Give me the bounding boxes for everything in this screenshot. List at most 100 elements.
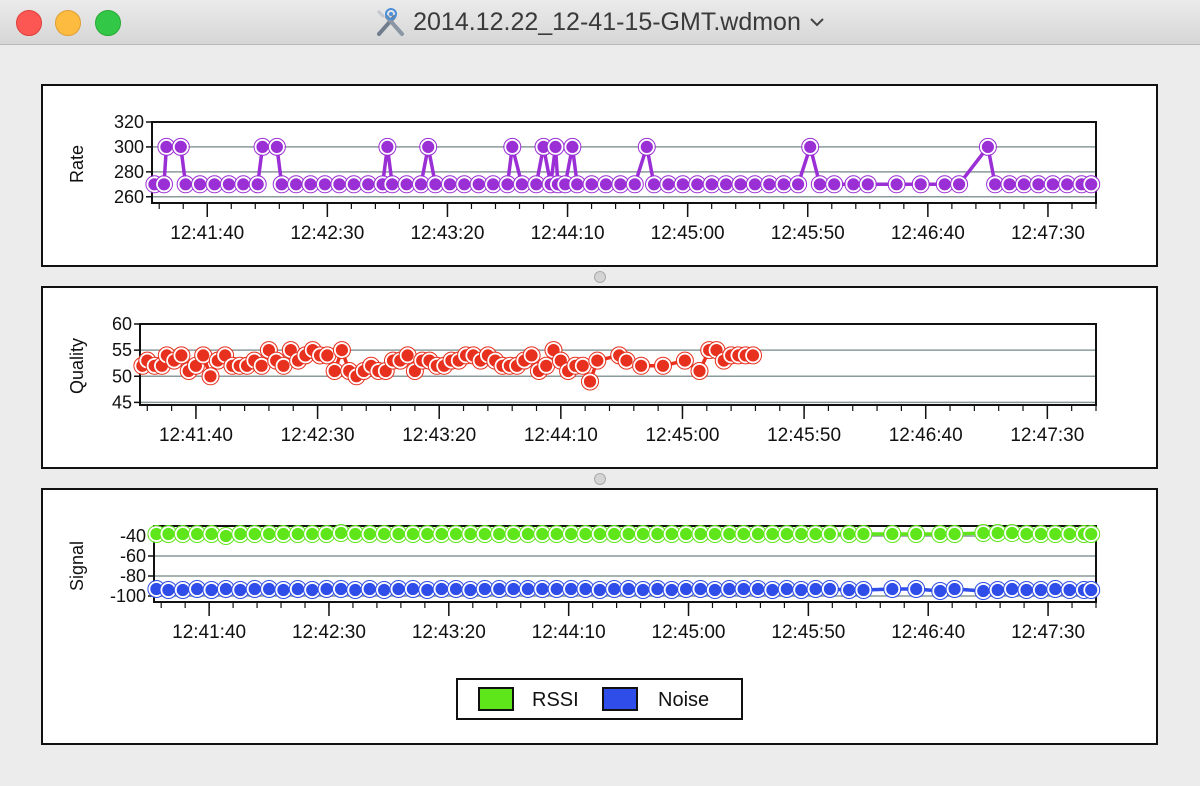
data-point: [1033, 526, 1049, 542]
x-tick-label: 12:46:40: [891, 223, 965, 244]
data-point: [735, 581, 752, 597]
x-tick-label: 12:42:30: [290, 223, 364, 244]
data-point: [448, 581, 464, 597]
data-point: [491, 581, 508, 597]
rate-chart-panel: 320 300 280 260 Rate 12:41:40 12:42:30 12:43:20…: [41, 84, 1158, 267]
data-point: [319, 347, 336, 364]
x-tick-label: 12:47:30: [1011, 223, 1085, 244]
data-point: [598, 176, 614, 193]
x-tick-label: 12:42:30: [292, 622, 366, 643]
data-point: [732, 176, 749, 193]
data-point: [547, 139, 564, 155]
data-point: [564, 139, 581, 155]
data-point: [398, 176, 415, 193]
data-point: [246, 581, 263, 597]
data-point: [790, 176, 806, 193]
quality-chart: 60 55 50 45 Quality 12:41:40 12:42:30 12:43:20 1…: [67, 314, 1097, 446]
data-point: [376, 526, 393, 542]
data-point: [591, 526, 608, 542]
data-point: [470, 176, 487, 193]
data-point: [577, 581, 594, 597]
data-point: [841, 526, 857, 542]
data-point: [548, 526, 565, 542]
data-point: [635, 526, 651, 542]
data-point: [505, 526, 522, 542]
data-point: [485, 176, 502, 193]
data-point: [333, 581, 349, 597]
data-point: [548, 581, 565, 597]
data-point: [433, 526, 450, 542]
data-point: [232, 526, 249, 542]
data-point: [649, 526, 666, 542]
data-point: [1061, 526, 1078, 542]
data-point: [908, 581, 925, 597]
data-point: [217, 581, 234, 597]
data-point: [635, 582, 651, 598]
data-point: [721, 526, 738, 542]
data-point: [975, 525, 992, 541]
y-tick-label: 60: [112, 314, 132, 334]
title-bar[interactable]: 2014.12.22_12-41-15-GMT.wdmon: [0, 0, 1200, 45]
data-point: [384, 176, 401, 193]
data-point: [589, 352, 606, 369]
data-point: [288, 176, 305, 193]
x-tick-label: 12:41:40: [170, 223, 244, 244]
data-point: [404, 526, 421, 542]
data-point: [499, 176, 516, 193]
data-point: [390, 581, 407, 597]
data-point: [275, 526, 292, 542]
data-point: [807, 581, 824, 597]
x-tick-label: 12:45:00: [651, 223, 725, 244]
data-point: [793, 526, 810, 542]
y-tick-label: 280: [114, 162, 144, 182]
data-point: [912, 176, 929, 193]
data-point: [975, 583, 992, 599]
data-point: [1061, 582, 1078, 598]
split-view-divider-handle[interactable]: [594, 271, 606, 283]
data-point: [304, 582, 321, 598]
y-tick-label: 320: [114, 112, 144, 132]
data-point: [361, 581, 378, 597]
data-point: [583, 176, 600, 193]
data-point: [633, 357, 649, 374]
legend-label-noise: Noise: [658, 689, 710, 711]
data-point: [764, 582, 781, 598]
data-point: [822, 581, 838, 597]
data-point: [826, 176, 843, 193]
data-point: [326, 363, 343, 379]
data-point: [707, 526, 723, 542]
data-point: [160, 526, 177, 542]
data-point: [462, 526, 479, 542]
data-point: [519, 581, 536, 597]
data-point: [534, 581, 551, 597]
data-point: [655, 357, 671, 374]
data-point: [989, 582, 1006, 598]
data-point: [577, 526, 594, 542]
data-point: [761, 176, 778, 193]
x-tick-label: 12:47:30: [1010, 425, 1084, 446]
data-point: [1083, 526, 1100, 542]
data-point: [1004, 581, 1020, 597]
data-point: [504, 139, 521, 155]
x-tick-label: 12:46:40: [889, 425, 963, 446]
data-point: [692, 581, 709, 597]
data-point: [174, 526, 191, 542]
data-point: [1030, 176, 1047, 193]
data-point: [419, 582, 436, 598]
data-point: [1018, 582, 1035, 598]
data-point: [932, 526, 949, 542]
data-point: [505, 581, 522, 597]
chevron-down-icon[interactable]: [809, 17, 825, 27]
data-point: [156, 176, 172, 193]
quality-chart-panel: 60 55 50 45 Quality 12:41:40 12:42:30 12:43:20 1…: [41, 286, 1158, 469]
data-point: [448, 526, 464, 542]
split-view-divider-handle[interactable]: [594, 473, 606, 485]
data-point: [859, 176, 876, 193]
data-point: [462, 582, 479, 598]
data-point: [735, 526, 752, 542]
data-point: [1016, 176, 1032, 193]
data-point: [663, 526, 680, 542]
data-point: [420, 139, 437, 155]
data-point: [189, 526, 206, 542]
data-point: [932, 583, 949, 599]
